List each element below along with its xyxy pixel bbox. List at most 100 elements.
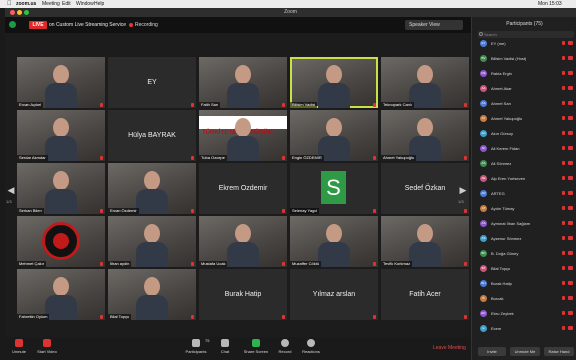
muted-mic-icon	[191, 209, 194, 213]
video-tile[interactable]: Bilisim Vadisi	[290, 57, 378, 108]
participant-video	[318, 224, 350, 267]
participant-row[interactable]: AR ARTEG	[472, 189, 576, 200]
search-icon	[479, 32, 483, 36]
participant-row[interactable]: BV Bilisim Vadisi (Host)	[472, 54, 576, 65]
window-title: Zoom	[284, 9, 297, 15]
participant-row[interactable]: AT Aydın Tümay	[472, 204, 576, 215]
participant-avatar: AR	[480, 190, 487, 197]
participant-row[interactable]: BT Bilal Topçu	[472, 264, 576, 275]
participant-row[interactable]: AS Ali Sönmez	[472, 159, 576, 170]
video-tile[interactable]: S Selenay Yagci	[290, 163, 378, 214]
next-page-icon[interactable]: ▶	[459, 183, 467, 197]
participant-avatar: B	[480, 295, 487, 302]
video-tile[interactable]: Teknopark Canlı	[381, 57, 469, 108]
video-tile[interactable]: Serdar Akmdar	[17, 110, 105, 161]
participant-name: Ali Kerem Fidan	[491, 146, 520, 151]
participant-row[interactable]: AA Ahmet Akar	[472, 84, 576, 95]
video-tile[interactable]: Burak Hatip	[199, 269, 287, 320]
speaker-view-button[interactable]: Speaker View	[405, 20, 463, 30]
share-screen-button[interactable]: Share Screen	[241, 339, 271, 355]
video-off-icon	[568, 191, 573, 195]
tile-name-label: Fatih Sarı	[199, 102, 221, 108]
video-tile[interactable]: Mehmet Çakır	[17, 216, 105, 267]
stream-service-label[interactable]: on Custom Live Streaming Service	[49, 21, 126, 29]
video-tile[interactable]: Tevfik Korkmaz	[381, 216, 469, 267]
muted-mic-icon	[282, 315, 285, 319]
menu-meeting[interactable]: Meeting	[42, 0, 60, 8]
participant-avatar: BT	[480, 265, 487, 272]
leave-meeting-button[interactable]: Leave Meeting	[433, 344, 466, 352]
participant-row[interactable]: AE Alp Eren Yurtseven	[472, 174, 576, 185]
muted-mic-icon	[562, 71, 565, 75]
video-tile[interactable]: Ekrem Ozdemir	[199, 163, 287, 214]
prev-page-icon[interactable]: ◀	[7, 183, 15, 197]
apple-icon[interactable]: 	[7, 0, 12, 8]
video-off-icon	[568, 131, 573, 135]
muted-mic-icon	[562, 56, 565, 60]
reactions-button[interactable]: Reactions	[299, 339, 323, 355]
profile-picture	[42, 222, 80, 260]
video-tile[interactable]: Ahmet Yakupoğlu	[381, 110, 469, 161]
video-tile[interactable]: Serkan Bilen	[17, 163, 105, 214]
video-tile[interactable]: Sedef Özkan	[381, 163, 469, 214]
video-tile[interactable]: Muzaffer Cöktü	[290, 216, 378, 267]
video-tile[interactable]: TÜRKİYE'NİN DÖNÜŞÜM Tuba Ozcepe	[199, 110, 287, 161]
unmute-button[interactable]: Unmute	[11, 339, 27, 355]
muted-mic-icon	[191, 103, 194, 107]
participant-row[interactable]: AK Ali Kerem Fidan	[472, 144, 576, 155]
video-tile[interactable]: Ercan Açıkel	[17, 57, 105, 108]
participant-name: Rabia Ergin	[491, 71, 512, 76]
participant-row[interactable]: BD B. Doğa Güney	[472, 249, 576, 260]
menu-help[interactable]: Help	[94, 0, 104, 8]
video-tile[interactable]: Fatih Acer	[381, 269, 469, 320]
record-button[interactable]: Record	[275, 339, 295, 355]
muted-mic-icon	[100, 209, 103, 213]
participants-search-input[interactable]: Search	[478, 31, 574, 38]
video-off-icon	[568, 71, 573, 75]
muted-mic-icon	[464, 103, 467, 107]
video-off-icon	[568, 116, 573, 120]
video-tile[interactable]: Bilal Topçu	[108, 269, 196, 320]
raise-hand-button[interactable]: Raise Hand	[544, 347, 574, 356]
participant-row[interactable]: AS Aymınat İlhan Sağlam	[472, 219, 576, 230]
participant-name: EY (me)	[491, 41, 506, 46]
menu-app[interactable]: zoom.us	[16, 0, 36, 8]
participant-row[interactable]: AS Ahmet Sarı	[472, 99, 576, 110]
chat-button[interactable]: Chat	[217, 339, 233, 355]
live-badge[interactable]: LIVE	[29, 21, 47, 29]
video-tile[interactable]: Engin ÖZDEMİR	[290, 110, 378, 161]
video-tile[interactable]: Hülya BAYRAK	[108, 110, 196, 161]
video-tile[interactable]: Fahrettin Oylum	[17, 269, 105, 320]
participant-avatar: AK	[480, 145, 487, 152]
muted-mic-icon	[562, 41, 565, 45]
unmute-me-button[interactable]: Unmute Me	[510, 347, 540, 356]
participant-name: Akın Gürsoy	[491, 131, 514, 136]
video-tile[interactable]: İlhan aydin	[108, 216, 196, 267]
menu-edit[interactable]: Edit	[62, 0, 71, 8]
participant-row[interactable]: B Burcak	[472, 294, 576, 305]
muted-mic-icon	[282, 156, 285, 160]
video-tile[interactable]: Fatih Sarı	[199, 57, 287, 108]
participants-panel-title: Participants (75)	[506, 21, 543, 27]
participant-row[interactable]: AY Ahmet Yakupoğlu	[472, 114, 576, 125]
participant-row[interactable]: RE Rabia Ergin	[472, 69, 576, 80]
participant-row[interactable]: EY EY (me)	[472, 39, 576, 50]
menu-window[interactable]: Window	[76, 0, 94, 8]
meeting-info-icon[interactable]	[9, 21, 16, 28]
video-off-icon	[568, 326, 573, 330]
participant-row[interactable]: BH Burak Hatip	[472, 279, 576, 290]
participant-name: Ahmet Akar	[491, 86, 512, 91]
invite-button[interactable]: Invite	[478, 347, 506, 356]
video-tile[interactable]: Mustafa Ucak	[199, 216, 287, 267]
video-tile[interactable]: Yılmaz arslan	[290, 269, 378, 320]
video-tile[interactable]: Ercan Özdemir	[108, 163, 196, 214]
participant-row[interactable]: E Ecem	[472, 324, 576, 335]
muted-mic-icon	[562, 131, 565, 135]
video-tile[interactable]: EY	[108, 57, 196, 108]
chat-icon	[221, 339, 229, 347]
participant-row[interactable]: AG Akın Gürsoy	[472, 129, 576, 140]
participant-row[interactable]: AS Aysenur Sönmez	[472, 234, 576, 245]
participant-name: B. Doğa Güney	[491, 251, 519, 256]
participant-row[interactable]: ED Ebru Zeybek	[472, 309, 576, 320]
start-video-button[interactable]: Start Video	[35, 339, 59, 355]
